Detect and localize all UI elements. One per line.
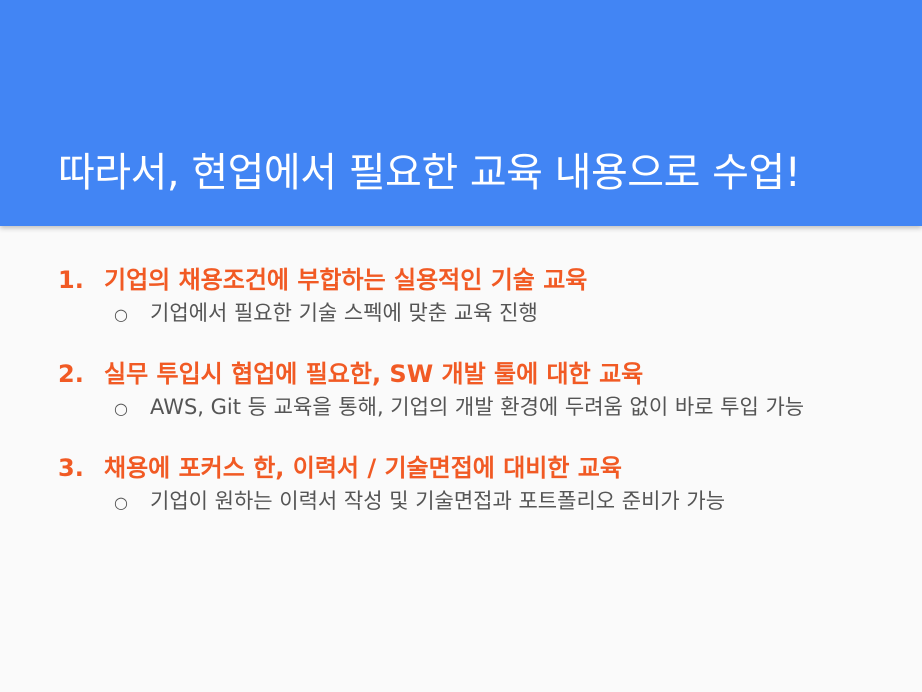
item-detail: AWS, Git 등 교육을 통해, 기업의 개발 환경에 두려움 없이 바로 … bbox=[150, 395, 805, 419]
title-banner: 따라서, 현업에서 필요한 교육 내용으로 수업! bbox=[0, 0, 922, 226]
item-heading: 실무 투입시 협업에 필요한, SW 개발 툴에 대한 교육 bbox=[104, 360, 644, 388]
list-item: 3. 채용에 포커스 한, 이력서 / 기술면접에 대비한 교육 ○ 기업이 원… bbox=[58, 450, 878, 518]
sub-bullet: ○ AWS, Git 등 교육을 통해, 기업의 개발 환경에 두려움 없이 바… bbox=[114, 392, 878, 424]
item-number: 1. bbox=[58, 266, 84, 294]
slide-title: 따라서, 현업에서 필요한 교육 내용으로 수업! bbox=[58, 150, 801, 196]
item-number: 2. bbox=[58, 360, 84, 388]
sub-bullet: ○ 기업에서 필요한 기술 스펙에 맞춘 교육 진행 bbox=[114, 298, 878, 330]
circle-bullet-icon: ○ bbox=[114, 493, 128, 512]
item-number: 3. bbox=[58, 454, 84, 482]
item-heading-row: 3. 채용에 포커스 한, 이력서 / 기술면접에 대비한 교육 bbox=[58, 450, 878, 486]
item-heading: 채용에 포커스 한, 이력서 / 기술면접에 대비한 교육 bbox=[104, 454, 622, 482]
sub-bullet: ○ 기업이 원하는 이력서 작성 및 기술면접과 포트폴리오 준비가 가능 bbox=[114, 486, 878, 518]
list-item: 2. 실무 투입시 협업에 필요한, SW 개발 툴에 대한 교육 ○ AWS,… bbox=[58, 356, 878, 424]
circle-bullet-icon: ○ bbox=[114, 305, 128, 324]
item-heading-row: 1. 기업의 채용조건에 부합하는 실용적인 기술 교육 bbox=[58, 262, 878, 298]
item-heading: 기업의 채용조건에 부합하는 실용적인 기술 교육 bbox=[104, 266, 588, 294]
list-item: 1. 기업의 채용조건에 부합하는 실용적인 기술 교육 ○ 기업에서 필요한 … bbox=[58, 262, 878, 330]
slide-body: 1. 기업의 채용조건에 부합하는 실용적인 기술 교육 ○ 기업에서 필요한 … bbox=[58, 262, 878, 544]
item-detail: 기업에서 필요한 기술 스펙에 맞춘 교육 진행 bbox=[150, 301, 538, 325]
circle-bullet-icon: ○ bbox=[114, 399, 128, 418]
item-heading-row: 2. 실무 투입시 협업에 필요한, SW 개발 툴에 대한 교육 bbox=[58, 356, 878, 392]
item-detail: 기업이 원하는 이력서 작성 및 기술면접과 포트폴리오 준비가 가능 bbox=[150, 489, 726, 513]
